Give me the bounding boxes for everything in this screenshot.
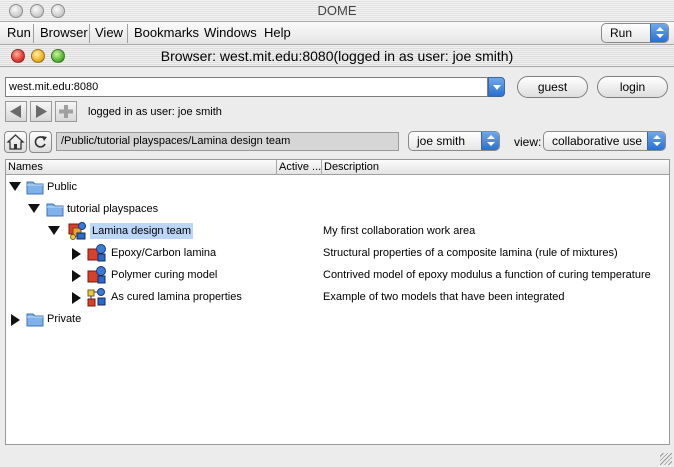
guest-button[interactable]: guest: [517, 76, 588, 98]
view-label: view:: [514, 135, 542, 149]
refresh-icon: [34, 136, 47, 148]
tree-item-label[interactable]: Lamina design team: [90, 223, 194, 239]
folder-icon: [26, 313, 44, 327]
integration-model-icon: [87, 288, 106, 307]
user-select-value: joe smith: [417, 134, 466, 148]
table-header: Names Active ... Description: [6, 160, 669, 175]
location-path: /Public/tutorial playspaces/Lamina desig…: [56, 132, 399, 151]
forward-button[interactable]: [30, 101, 52, 122]
browser-title: Browser: west.mit.edu:8080(logged in as …: [160, 48, 514, 64]
status-bar: [0, 447, 674, 467]
browser-title-bar: Browser: west.mit.edu:8080(logged in as …: [0, 45, 674, 67]
playspace-icon: [68, 222, 86, 240]
column-header-names[interactable]: Names: [6, 160, 43, 175]
login-button[interactable]: login: [597, 76, 668, 98]
back-button[interactable]: [5, 101, 27, 122]
tree-row[interactable]: Epoxy/Carbon lamina Structural propertie…: [6, 242, 669, 264]
home-icon: [6, 134, 25, 150]
model-icon: [87, 266, 106, 284]
menu-bookmarks[interactable]: Bookmarks: [129, 22, 204, 45]
plus-icon: [59, 105, 73, 118]
server-dropdown-button[interactable]: [488, 77, 505, 97]
back-arrow-icon: [10, 105, 21, 118]
menu-help[interactable]: Help: [259, 22, 296, 45]
tree-item-label[interactable]: Public: [45, 179, 79, 195]
tree-row[interactable]: Private: [6, 308, 669, 330]
tree-item-label[interactable]: tutorial playspaces: [65, 201, 160, 217]
app-title-bar: DOME: [0, 0, 674, 22]
app-title: DOME: [317, 3, 357, 18]
view-select[interactable]: collaborative use: [543, 131, 666, 151]
disclosure-collapsed-icon[interactable]: [72, 270, 81, 282]
tree-row[interactable]: tutorial playspaces: [6, 198, 669, 220]
disclosure-collapsed-icon[interactable]: [11, 314, 20, 326]
folder-icon: [26, 181, 44, 195]
tree-item-label[interactable]: Private: [45, 311, 83, 327]
tree-item-description: Structural properties of a composite lam…: [323, 247, 618, 259]
run-select[interactable]: Run: [601, 23, 669, 43]
disclosure-expanded-icon[interactable]: [48, 226, 60, 235]
home-button[interactable]: [4, 131, 27, 153]
tree-item-label[interactable]: Polymer curing model: [109, 267, 219, 283]
tree-item-label[interactable]: As cured lamina properties: [109, 289, 244, 305]
run-select-value: Run: [610, 26, 633, 40]
updown-arrows-icon: [481, 132, 499, 150]
menu-browser[interactable]: Browser: [35, 22, 93, 45]
tree-row[interactable]: Public: [6, 176, 669, 198]
tree-row[interactable]: As cured lamina properties Example of tw…: [6, 286, 669, 308]
tree-item-description: My first collaboration work area: [323, 225, 476, 237]
tree-row[interactable]: Polymer curing model Contrived model of …: [6, 264, 669, 286]
folder-icon: [46, 203, 64, 217]
tree-item-label[interactable]: Epoxy/Carbon lamina: [109, 245, 218, 261]
view-select-value: collaborative use: [552, 134, 643, 148]
disclosure-collapsed-icon[interactable]: [72, 248, 81, 260]
tree-item-description: Contrived model of epoxy modulus a funct…: [323, 269, 651, 281]
tree-table: Names Active ... Description Public tuto…: [5, 159, 670, 445]
add-button[interactable]: [55, 101, 77, 122]
disclosure-expanded-icon[interactable]: [28, 204, 40, 213]
disclosure-expanded-icon[interactable]: [9, 182, 21, 191]
updown-arrows-icon: [647, 132, 665, 150]
menu-separator: [127, 24, 128, 43]
column-header-active[interactable]: Active ...: [277, 160, 321, 175]
updown-arrows-icon: [650, 24, 668, 42]
refresh-button[interactable]: [29, 131, 52, 153]
column-header-description[interactable]: Description: [322, 160, 379, 175]
menu-windows[interactable]: Windows: [199, 22, 262, 45]
disclosure-collapsed-icon[interactable]: [72, 292, 81, 304]
server-input[interactable]: west.mit.edu:8080: [5, 77, 488, 97]
menu-view[interactable]: View: [90, 22, 128, 45]
tree-row[interactable]: Lamina design team My first collaboratio…: [6, 220, 669, 242]
resize-grip-icon[interactable]: [660, 453, 672, 465]
forward-arrow-icon: [36, 105, 47, 118]
tree-item-description: Example of two models that have been int…: [323, 291, 565, 303]
menubar: Run Browser View Bookmarks Windows Help …: [0, 22, 674, 45]
model-icon: [87, 244, 106, 262]
menu-run[interactable]: Run: [2, 22, 36, 45]
login-status: logged in as user: joe smith: [88, 106, 222, 118]
user-select[interactable]: joe smith: [408, 131, 500, 151]
menu-separator: [33, 24, 34, 43]
